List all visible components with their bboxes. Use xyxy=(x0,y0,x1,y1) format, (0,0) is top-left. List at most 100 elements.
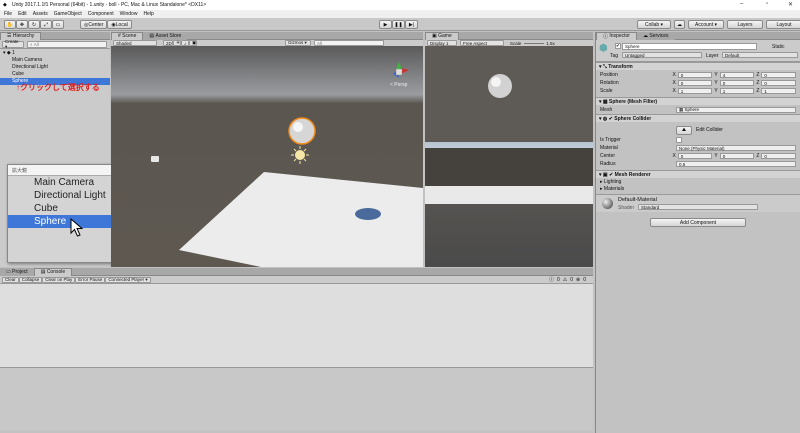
scene-orientation-gizmo[interactable] xyxy=(393,62,409,78)
rotation-x-field[interactable]: 0 xyxy=(677,80,713,86)
console-detail-area[interactable] xyxy=(0,368,593,430)
tab-services[interactable]: ☁ Services xyxy=(636,31,675,40)
tag-label: Tag xyxy=(610,53,619,59)
scene-view[interactable]: < Persp xyxy=(111,46,423,267)
transform-body: Position X0 Y4 Z0 Rotation X0 Y0 Z0 Scal… xyxy=(596,70,800,97)
hand-tool-icon[interactable]: ✋ xyxy=(4,20,16,29)
sphere-collider-header[interactable]: ▾ ◍ ✔ Sphere Collider xyxy=(596,114,800,122)
edit-collider-button[interactable]: ⛰ xyxy=(676,125,692,135)
layers-dropdown[interactable]: Layers xyxy=(727,20,763,29)
hierarchy-item-cube[interactable]: Cube xyxy=(0,71,110,78)
sphere-object[interactable] xyxy=(288,117,316,145)
tab-console[interactable]: ▤ Console xyxy=(33,267,73,276)
material-sphere-icon xyxy=(602,198,613,209)
edit-collider-icon: ⛰ xyxy=(681,127,687,133)
directional-light-gizmo-icon[interactable] xyxy=(295,150,305,160)
cloud-icon[interactable]: ☁ xyxy=(674,20,685,29)
menu-gameobject[interactable]: GameObject xyxy=(54,11,82,17)
mesh-filter-header[interactable]: ▾ ▦ Sphere (Mesh Filter) xyxy=(596,97,800,105)
console-clear-on-play-button[interactable]: Clear on Play xyxy=(42,276,76,283)
object-name-input[interactable]: Sphere xyxy=(622,43,757,50)
game-plane xyxy=(425,186,593,204)
position-y-field[interactable]: 4 xyxy=(719,72,755,78)
rotate-tool-icon[interactable]: ↻ xyxy=(28,20,40,29)
position-x-field[interactable]: 0 xyxy=(677,72,713,78)
scale-label: Scale xyxy=(510,40,522,46)
tab-inspector[interactable]: ⓘ Inspector xyxy=(596,31,637,40)
physic-material-field[interactable]: None (Physic Material) xyxy=(676,145,796,151)
material-section: Default-Material Shader Standard xyxy=(596,194,800,212)
menu-window[interactable]: Window xyxy=(120,11,138,17)
layout-dropdown[interactable]: Layout xyxy=(766,20,800,29)
pause-button[interactable]: ❚❚ xyxy=(392,20,405,29)
shader-dropdown[interactable]: Standard xyxy=(638,204,758,210)
game-render xyxy=(425,46,593,204)
active-checkbox[interactable]: ✔ xyxy=(615,43,621,49)
menu-help[interactable]: Help xyxy=(143,11,153,17)
play-button[interactable]: ▶ xyxy=(379,20,392,29)
collab-button[interactable]: Collab ▾ xyxy=(637,20,671,29)
create-dropdown[interactable]: Create ▾ xyxy=(2,39,24,49)
transform-header[interactable]: ▾ ⤡ Transform xyxy=(596,62,800,70)
main-toolbar: ✋ ✥ ↻ ⤢ ▭ ◎ Center ◉ Local ▶ ❚❚ ▶| Collab … xyxy=(0,18,800,31)
mouse-cursor-icon xyxy=(70,218,84,237)
scene-root[interactable]: ▾ ◆ 1 xyxy=(0,49,110,57)
console-collapse-button[interactable]: Collapse xyxy=(18,276,43,283)
account-button[interactable]: Account ▾ xyxy=(688,20,724,29)
console-error-pause-button[interactable]: Error Pause xyxy=(75,276,106,283)
scale-x-field[interactable]: 1 xyxy=(677,88,713,94)
hierarchy-search-input[interactable]: ⌕ All xyxy=(27,40,107,48)
tag-dropdown[interactable]: Untagged xyxy=(622,52,702,58)
menu-file[interactable]: File xyxy=(4,11,12,17)
step-icon: ▶| xyxy=(408,21,415,28)
camera-gizmo-icon[interactable] xyxy=(151,156,159,162)
close-icon[interactable]: ✕ xyxy=(788,1,793,8)
maximize-icon[interactable]: ▫ xyxy=(766,1,768,7)
center-x-field[interactable]: 0 xyxy=(677,153,713,159)
move-tool-icon[interactable]: ✥ xyxy=(16,20,28,29)
scale-y-field[interactable]: 1 xyxy=(719,88,755,94)
plane-mesh xyxy=(179,172,423,267)
scale-tool-icon[interactable]: ⤢ xyxy=(40,20,52,29)
pivot-center-button[interactable]: ◎ Center xyxy=(80,20,108,29)
scale-z-field[interactable]: 1 xyxy=(761,88,796,94)
console-log-area[interactable] xyxy=(0,284,593,368)
position-z-field[interactable]: 0 xyxy=(761,72,796,78)
mesh-field[interactable]: ▦ Sphere xyxy=(676,106,796,113)
collider-body: ⛰ Edit Collider Is Trigger Material None … xyxy=(596,122,800,170)
radius-field[interactable]: 0.5 xyxy=(676,161,796,167)
hierarchy-item-main-camera[interactable]: Main Camera xyxy=(0,57,110,64)
rect-tool-icon[interactable]: ▭ xyxy=(52,20,64,29)
layer-dropdown[interactable]: Default xyxy=(722,52,798,58)
lighting-foldout[interactable]: ▸ Lighting xyxy=(596,178,800,185)
rotation-z-field[interactable]: 0 xyxy=(761,80,796,86)
menu-assets[interactable]: Assets xyxy=(33,11,48,17)
hierarchy-item-directional-light[interactable]: Directional Light xyxy=(0,64,110,71)
console-clear-button[interactable]: Clear xyxy=(2,276,19,283)
menu-component[interactable]: Component xyxy=(88,11,114,17)
connected-player-dropdown[interactable]: Connected Player ▾ xyxy=(105,276,151,283)
gameobject-icon: ⬢ xyxy=(599,43,608,54)
materials-foldout[interactable]: ▸ Materials xyxy=(596,185,800,192)
mesh-renderer-header[interactable]: ▾ ▣ ✔ Mesh Renderer xyxy=(596,170,800,178)
minimize-icon[interactable]: – xyxy=(740,1,743,7)
sphere-highlight xyxy=(293,122,303,132)
tab-scene[interactable]: # Scene xyxy=(111,31,144,40)
is-trigger-checkbox[interactable] xyxy=(676,137,682,143)
renderer-icon: ▾ ▣ ✔ xyxy=(599,171,615,178)
center-y-field[interactable]: 0 xyxy=(719,153,755,159)
center-z-field[interactable]: 0 xyxy=(761,153,796,159)
warning-count-icon[interactable]: ⚠ xyxy=(563,277,567,283)
tab-asset-store[interactable]: ▤ Asset Store xyxy=(143,31,188,40)
collider-icon: ▾ ◍ ✔ xyxy=(599,115,615,122)
error-count-icon[interactable]: ⊗ xyxy=(576,277,580,283)
tab-project[interactable]: ▭ Project xyxy=(0,267,34,276)
info-count-icon[interactable]: ⓘ xyxy=(549,276,554,283)
menu-edit[interactable]: Edit xyxy=(18,11,27,17)
tab-game[interactable]: ▣ Game xyxy=(425,31,459,40)
scale-slider[interactable] xyxy=(524,42,545,44)
add-component-button[interactable]: Add Component xyxy=(650,218,746,227)
pivot-local-button[interactable]: ◉ Local xyxy=(107,20,132,29)
rotation-y-field[interactable]: 0 xyxy=(719,80,755,86)
step-button[interactable]: ▶| xyxy=(405,20,418,29)
